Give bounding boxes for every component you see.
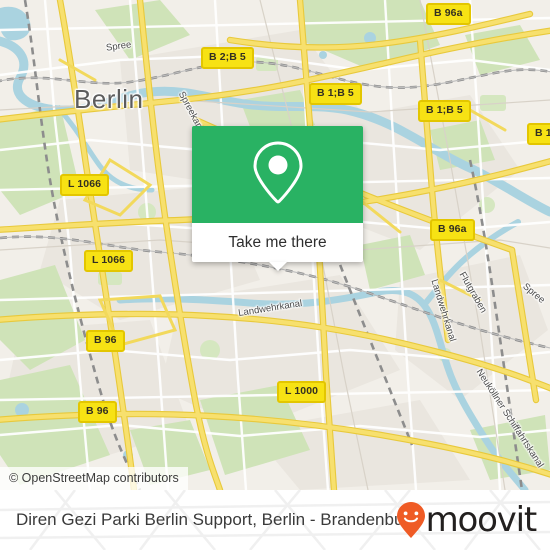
road-shield[interactable]: B 96: [86, 330, 125, 352]
moovit-logo[interactable]: moovit: [396, 500, 538, 540]
screenshot-root: Berlin Spree Spreekanal Landwehrkanal La…: [0, 0, 550, 550]
road-shield[interactable]: L 1000: [277, 381, 327, 403]
popup-tail: [268, 262, 287, 271]
map-pin-icon: [250, 139, 306, 210]
footer-bar: Diren Gezi Parki Berlin Support, Berlin …: [0, 490, 550, 550]
road-shield[interactable]: B 2;B 5: [201, 47, 254, 69]
road-shield[interactable]: B 1: [527, 123, 550, 145]
take-me-there-label: Take me there: [228, 233, 327, 251]
moovit-pin-icon: [396, 501, 426, 539]
location-popup-card[interactable]: Take me there: [192, 126, 363, 271]
page-title: Diren Gezi Parki Berlin Support, Berlin …: [16, 510, 419, 529]
road-shield[interactable]: L 1066: [84, 250, 134, 272]
road-shield[interactable]: B 96a: [426, 3, 471, 25]
road-shield[interactable]: B 1;B 5: [309, 83, 362, 105]
road-shield[interactable]: L 1066: [60, 174, 110, 196]
moovit-wordmark: moovit: [425, 500, 538, 540]
map-label-city: Berlin: [74, 84, 144, 114]
road-shield[interactable]: B 1;B 5: [418, 100, 471, 122]
road-shield[interactable]: B 96: [78, 401, 117, 423]
popup-header: [192, 126, 363, 223]
osm-attribution[interactable]: © OpenStreetMap contributors: [0, 467, 188, 490]
road-shield[interactable]: B 96a: [430, 219, 475, 241]
take-me-there-button[interactable]: Take me there: [192, 223, 363, 271]
